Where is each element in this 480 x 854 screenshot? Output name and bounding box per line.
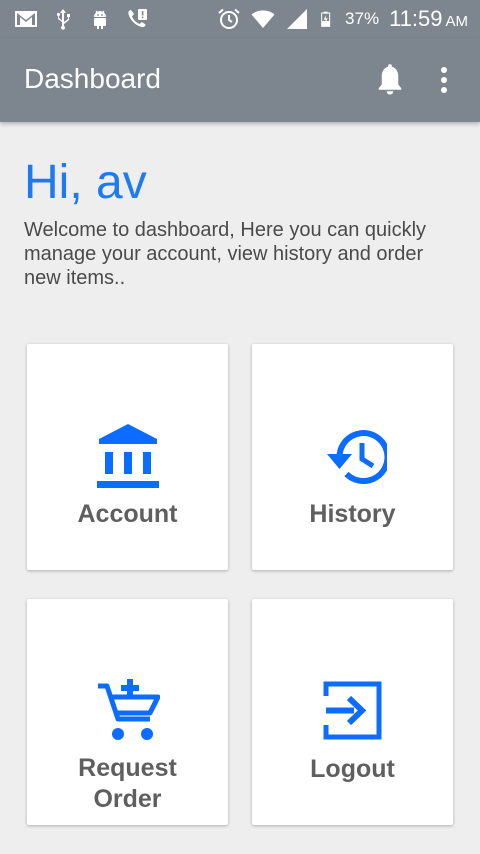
- status-bar: 37% 11:59 AM: [0, 0, 480, 38]
- tile-label-request-order: Request Order: [78, 754, 177, 813]
- gmail-icon: [15, 11, 37, 27]
- status-bar-system: 37% 11:59 AM: [217, 6, 468, 32]
- usb-icon: [56, 9, 70, 30]
- exit-icon: [323, 681, 381, 740]
- more-vert-icon[interactable]: [430, 62, 458, 98]
- bank-icon: [96, 424, 159, 488]
- app-title: Dashboard: [24, 63, 161, 94]
- battery-icon: [321, 11, 331, 27]
- history-tile[interactable]: History: [252, 344, 453, 570]
- welcome-text: Welcome to dashboard, Here you can quick…: [24, 219, 427, 289]
- bell-icon[interactable]: [372, 62, 408, 98]
- add-shopping-cart-icon: [97, 679, 160, 740]
- logout-tile[interactable]: Logout: [252, 599, 453, 825]
- battery-percent: 37%: [345, 9, 380, 28]
- clock: 11:59 AM: [389, 6, 468, 32]
- tile-label-account: Account: [77, 500, 178, 528]
- alarm-icon: [218, 8, 240, 29]
- missed-call-icon: [128, 9, 147, 28]
- status-bar-notifications: [14, 7, 149, 31]
- account-tile[interactable]: Account: [27, 344, 228, 570]
- tile-label-logout: Logout: [310, 755, 395, 783]
- wifi-icon: [251, 10, 275, 28]
- app-bar: Dashboard: [0, 38, 480, 122]
- request-order-tile[interactable]: Request Order: [27, 599, 228, 825]
- clock-time: 11:59: [389, 6, 443, 31]
- android-icon: [94, 10, 106, 29]
- greeting: Hi, av: [24, 156, 147, 209]
- tile-label-history: History: [309, 500, 396, 528]
- history-icon: [326, 430, 387, 485]
- signal-icon: [287, 9, 308, 29]
- clock-ampm: AM: [445, 13, 469, 30]
